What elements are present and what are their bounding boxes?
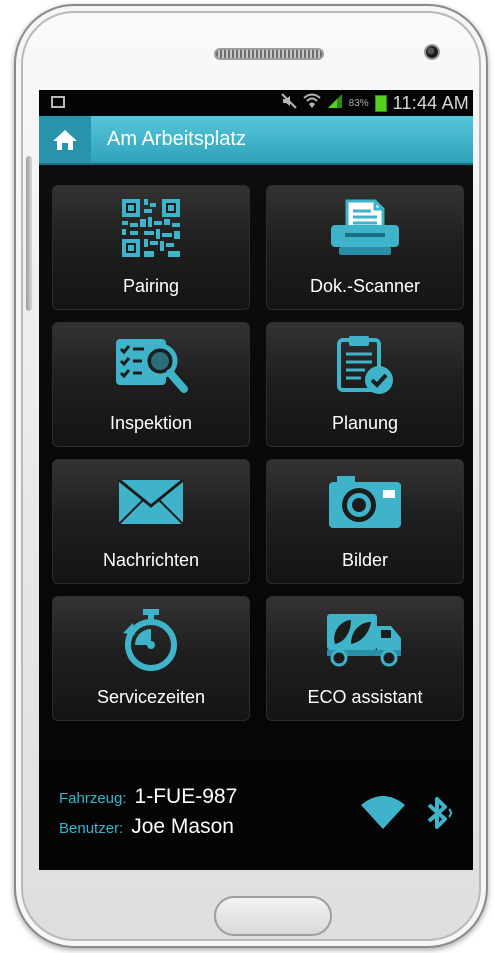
tile-label: Dok.-Scanner bbox=[309, 276, 421, 296]
tile-bilder[interactable]: Bilder bbox=[266, 459, 464, 584]
tile-nachrichten[interactable]: Nachrichten bbox=[52, 459, 250, 584]
tile-label: Planung bbox=[331, 413, 399, 433]
vehicle-user-info: Fahrzeug: 1-FUE-987 Benutzer: Joe Mason bbox=[59, 785, 237, 845]
speaker-grille bbox=[214, 48, 324, 60]
clipboard-check-icon bbox=[267, 336, 463, 394]
tile-dok-scanner[interactable]: Dok.-Scanner bbox=[266, 185, 464, 310]
envelope-icon bbox=[53, 474, 249, 530]
tile-label: ECO assistant bbox=[307, 687, 423, 707]
user-value: Joe Mason bbox=[131, 815, 234, 838]
screen: 83% 11:44 AM Am Arbeitsplatz Pairing Dok… bbox=[39, 90, 473, 870]
tile-pairing[interactable]: Pairing bbox=[52, 185, 250, 310]
status-bar: 83% 11:44 AM bbox=[39, 90, 473, 116]
tile-grid: Pairing Dok.-Scanner Inspektion Planung … bbox=[39, 165, 473, 870]
user-label: Benutzer: bbox=[59, 820, 124, 837]
tile-label: Inspektion bbox=[109, 413, 193, 433]
eco-truck-icon bbox=[267, 611, 463, 667]
tile-label: Bilder bbox=[341, 550, 389, 570]
hardware-home-button[interactable] bbox=[214, 896, 332, 936]
bluetooth-icon[interactable] bbox=[425, 795, 455, 836]
scanner-icon bbox=[267, 199, 463, 256]
vehicle-value: 1-FUE-987 bbox=[134, 785, 238, 808]
home-icon[interactable] bbox=[39, 116, 91, 163]
tile-inspektion[interactable]: Inspektion bbox=[52, 322, 250, 447]
qr-code-icon bbox=[53, 199, 249, 257]
camera-icon bbox=[267, 474, 463, 530]
tile-servicezeiten[interactable]: Servicezeiten bbox=[52, 596, 250, 721]
front-camera bbox=[424, 44, 440, 60]
checklist-search-icon bbox=[53, 337, 249, 393]
wifi-icon bbox=[302, 93, 321, 113]
volume-button bbox=[26, 156, 32, 311]
vehicle-label: Fahrzeug: bbox=[59, 790, 127, 807]
picture-icon bbox=[51, 96, 65, 108]
signal-icon bbox=[327, 93, 343, 113]
stage: 83% 11:44 AM Am Arbeitsplatz Pairing Dok… bbox=[0, 0, 494, 953]
page-title: Am Arbeitsplatz bbox=[107, 128, 246, 150]
mute-icon bbox=[280, 93, 297, 113]
tile-eco-assistant[interactable]: ECO assistant bbox=[266, 596, 464, 721]
tile-planung[interactable]: Planung bbox=[266, 322, 464, 447]
wifi-status-icon[interactable] bbox=[359, 793, 407, 836]
battery-percent: 83% bbox=[348, 97, 369, 109]
stopwatch-icon bbox=[53, 609, 249, 671]
tile-label: Servicezeiten bbox=[96, 687, 206, 707]
tile-label: Nachrichten bbox=[102, 550, 200, 570]
battery-icon bbox=[374, 94, 387, 112]
app-bar: Am Arbeitsplatz bbox=[39, 116, 473, 165]
tile-label: Pairing bbox=[122, 276, 180, 296]
clock: 11:44 AM bbox=[392, 92, 469, 113]
